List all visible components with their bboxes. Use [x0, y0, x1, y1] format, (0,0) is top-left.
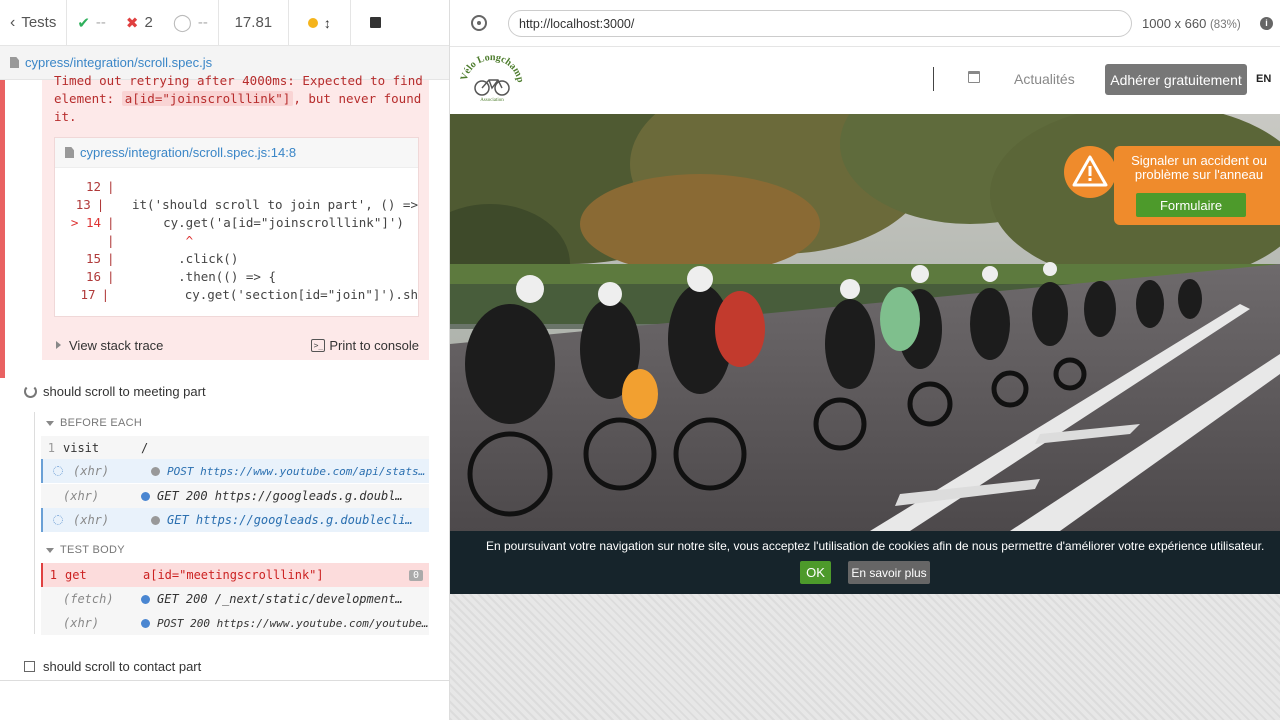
code-line: 17 | cy.get('section[id="join"]').sh	[80, 287, 419, 302]
alert-text: Signaler un accident ou problème sur l'a…	[1131, 153, 1267, 182]
pending-checkbox-icon	[24, 661, 35, 672]
command-row[interactable]: (xhr) GET 200 https://googleads.g.doubl…	[41, 484, 429, 508]
warning-icon	[1072, 155, 1108, 187]
code-line: 15 | .click()	[85, 251, 239, 266]
spec-file-link[interactable]: cypress/integration/scroll.spec.js	[25, 55, 212, 70]
circle-icon: ◯	[172, 12, 192, 32]
tests-back-button[interactable]: ‹ Tests	[0, 0, 68, 46]
tests-label: Tests	[21, 14, 57, 31]
auto-scroll-toggle[interactable]: ↕	[289, 0, 351, 46]
code-line: 12 |	[85, 179, 115, 194]
code-frame-header[interactable]: cypress/integration/scroll.spec.js:14:8	[55, 138, 418, 168]
code-line: 13 | it('should scroll to join part', () …	[75, 197, 418, 212]
passed-count: ✔ --	[77, 14, 106, 32]
pending-spinner-icon	[53, 466, 63, 476]
status-dot-icon	[151, 466, 160, 476]
pending-spinner-icon	[53, 515, 63, 525]
cookie-ok-button[interactable]: OK	[800, 561, 831, 584]
reporter-panel: ‹ Tests ✔ -- ✖ 2 ◯ -- 17.81 ↕ cypress/in…	[0, 0, 450, 720]
failed-indicator-bar	[0, 80, 5, 378]
code-line: 16 | .then(() => {	[85, 269, 276, 284]
code-frame-file-link[interactable]: cypress/integration/scroll.spec.js:14:8	[80, 145, 296, 160]
updown-arrow-icon: ↕	[323, 14, 331, 31]
running-spinner-icon	[24, 385, 37, 398]
status-dot-icon	[151, 515, 160, 525]
command-row[interactable]: (xhr) POST 200 https://www.youtube.com/y…	[41, 611, 429, 635]
status-dot-icon	[141, 491, 150, 501]
cookie-banner: En poursuivant votre navigation sur notr…	[450, 531, 1280, 594]
test-title-contact[interactable]: should scroll to contact part	[24, 659, 201, 674]
file-icon	[65, 147, 74, 158]
test-body-header[interactable]: TEST BODY	[46, 544, 125, 556]
chevron-left-icon: ‹	[10, 13, 16, 31]
aut-preview: http://localhost:3000/ 1000 x 660 (83%) …	[450, 0, 1280, 720]
language-switch[interactable]: EN	[1256, 73, 1271, 85]
command-row-pending[interactable]: (xhr) GET https://googleads.g.doublecli…	[41, 508, 429, 532]
test-error-block: Timed out retrying after 4000ms: Expecte…	[0, 73, 449, 378]
check-icon: ✔	[77, 14, 90, 32]
divider	[0, 680, 449, 681]
test-title-meeting[interactable]: should scroll to meeting part	[24, 384, 206, 399]
status-dot-icon	[141, 594, 150, 604]
join-button[interactable]: Adhérer gratuitement	[1105, 64, 1247, 95]
calendar-icon[interactable]	[968, 71, 980, 83]
cookie-learn-more-button[interactable]: En savoir plus	[848, 561, 930, 584]
terminal-icon: >_	[311, 338, 326, 352]
info-icon[interactable]: i	[1260, 17, 1273, 30]
command-row-failed[interactable]: 1 get a[id="meetingscrolllink"] 0	[41, 563, 429, 587]
caret-right-icon	[56, 341, 61, 349]
caret-down-icon	[46, 547, 54, 553]
cookie-text: En poursuivant votre navigation sur notr…	[486, 539, 1265, 553]
viewport-backdrop	[450, 594, 1280, 720]
before-each-hook-header[interactable]: BEFORE EACH	[46, 417, 142, 429]
hook-guide-line	[34, 412, 35, 634]
error-message: Timed out retrying after 4000ms: Expecte…	[54, 73, 423, 124]
app-under-test-frame: Vélo Longchamp Association Actualités Ad…	[450, 47, 1280, 594]
reporter-stats-bar: ‹ Tests ✔ -- ✖ 2 ◯ -- 17.81 ↕	[0, 0, 449, 46]
stack-trace-row: View stack trace >_ Print to console	[54, 330, 429, 360]
command-row[interactable]: 1 visit /	[41, 436, 429, 460]
accident-report-widget: Signaler un accident ou problème sur l'a…	[1064, 146, 1280, 225]
site-header: Vélo Longchamp Association Actualités Ad…	[450, 47, 1280, 114]
selector-playground-icon[interactable]	[471, 15, 487, 31]
file-icon	[10, 57, 19, 68]
code-line-caret: | ^	[107, 233, 194, 248]
header-separator	[933, 67, 934, 91]
viewport-size: 1000 x 660 (83%)	[1142, 16, 1241, 31]
report-form-button[interactable]: Formulaire	[1136, 193, 1246, 217]
command-row[interactable]: (fetch) GET 200 /_next/static/developmen…	[41, 587, 429, 611]
failed-count: ✖ 2	[125, 14, 153, 32]
svg-text:Association: Association	[480, 98, 504, 103]
caret-down-icon	[46, 420, 54, 426]
pending-count: ◯ --	[163, 0, 219, 46]
cypress-runner: ‹ Tests ✔ -- ✖ 2 ◯ -- 17.81 ↕ cypress/in…	[0, 0, 1280, 720]
status-dot-icon	[141, 618, 150, 628]
url-bar: http://localhost:3000/ 1000 x 660 (83%) …	[450, 0, 1280, 47]
print-to-console-button[interactable]: >_ Print to console	[311, 338, 429, 353]
code-lines: 12 | 13 | it('should scroll to join part',…	[55, 168, 418, 304]
run-duration: 17.81	[219, 0, 289, 46]
x-icon: ✖	[125, 14, 139, 32]
element-count-badge: 0	[408, 569, 423, 581]
stop-icon	[370, 17, 382, 28]
velo-longchamp-logo[interactable]: Vélo Longchamp Association	[458, 54, 526, 104]
stop-button[interactable]	[351, 0, 401, 46]
status-dot-icon	[307, 17, 318, 28]
command-row-pending[interactable]: (xhr) POST https://www.youtube.com/api/s…	[41, 459, 429, 483]
nav-news-link[interactable]: Actualités	[1014, 71, 1075, 87]
view-stack-trace-toggle[interactable]: View stack trace	[56, 338, 163, 353]
url-field[interactable]: http://localhost:3000/	[508, 10, 1132, 37]
code-line-highlighted: > 14 | cy.get('a[id="joinscrolllink"]')	[70, 215, 404, 230]
code-frame: cypress/integration/scroll.spec.js:14:8 …	[54, 137, 419, 317]
